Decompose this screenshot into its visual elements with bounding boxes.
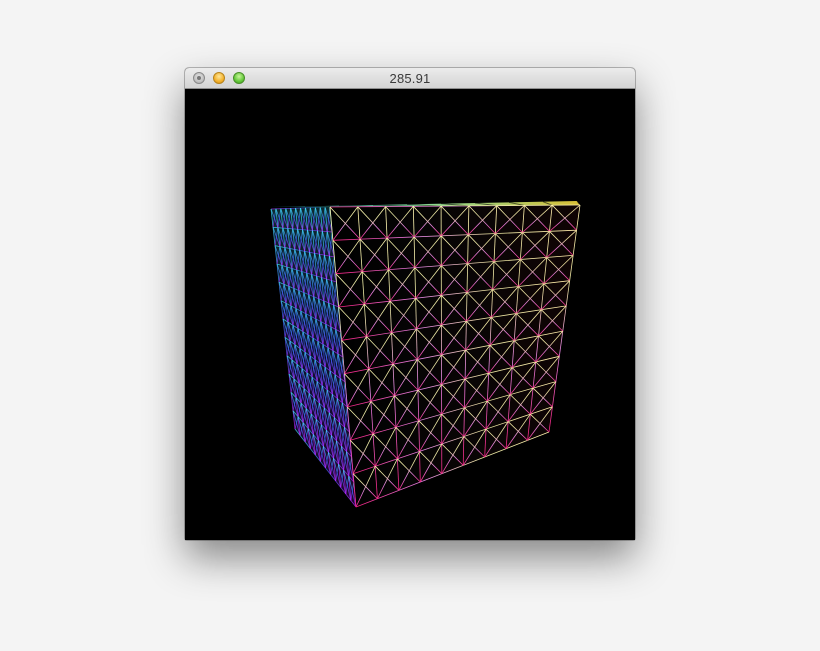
wireframe-cube — [270, 200, 581, 508]
app-window: 285.91 — [185, 68, 635, 540]
front-face-tint — [330, 205, 580, 507]
window-title: 285.91 — [389, 71, 431, 86]
cube-front-face — [329, 204, 581, 508]
render-canvas[interactable] — [185, 89, 635, 540]
title-bar[interactable]: 285.91 — [185, 68, 635, 89]
